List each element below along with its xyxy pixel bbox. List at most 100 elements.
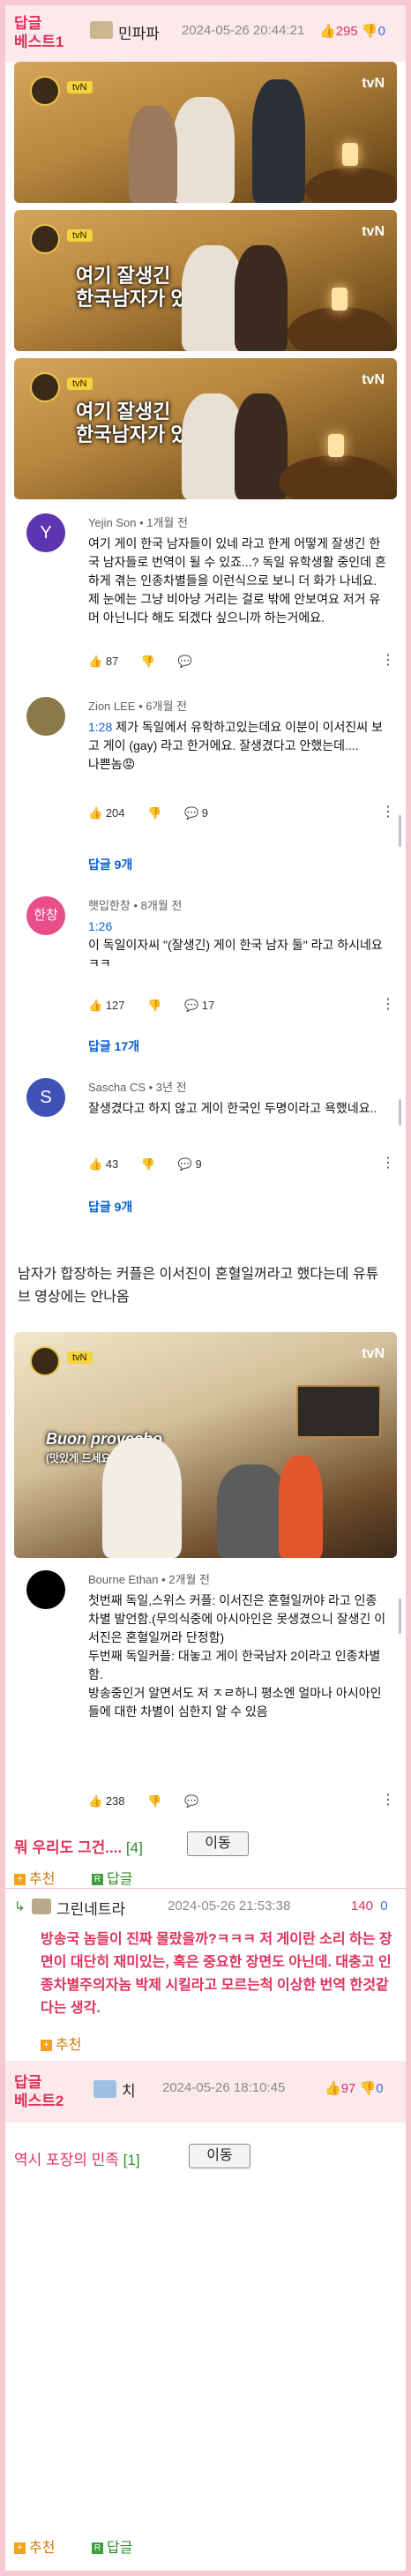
reply-icon[interactable]: 💬 9: [178, 1157, 202, 1172]
comment-actions: 👍 238 👎 💬: [88, 1794, 218, 1808]
comment-meta: Bourne Ethan • 2개월 전: [88, 1573, 211, 1586]
timestamp-link[interactable]: 1:28: [88, 720, 112, 734]
youtube-comment-5: Bourne Ethan • 2개월 전 첫번째 독일,스위스 커플: 이서진은…: [26, 1570, 397, 1870]
scrollbar-thumb[interactable]: [399, 815, 401, 847]
thumb-down-icon[interactable]: 👎: [362, 24, 378, 39]
view-replies-link[interactable]: 답글 9개: [88, 856, 132, 873]
score-count: 140: [351, 1898, 374, 1913]
recommend-button[interactable]: + 추천: [14, 1867, 55, 1888]
reply-title[interactable]: 뭐 우리도 그건....: [14, 1839, 122, 1856]
avatar[interactable]: [26, 697, 65, 736]
recommend-button[interactable]: + 추천: [41, 2033, 81, 2054]
reply-count: 9: [195, 1157, 202, 1171]
menu-board: [296, 1385, 381, 1438]
thumb-down-icon[interactable]: 👎: [360, 2081, 377, 2096]
recommend-button[interactable]: + 추천: [14, 2535, 55, 2557]
recommend-label: 추천: [29, 1872, 56, 1887]
reply-icon: R: [92, 1874, 103, 1886]
nickname[interactable]: 치: [122, 2078, 136, 2100]
thumb-up-icon[interactable]: 👍: [319, 24, 336, 39]
more-icon[interactable]: ⋮: [381, 651, 395, 669]
avatar[interactable]: [26, 1570, 65, 1609]
video-frame-1: tvN tvN: [14, 62, 397, 203]
best-label-2: 답글 베스트2: [14, 2073, 64, 2110]
table-shape: [305, 168, 397, 203]
like-icon[interactable]: 👍 43: [88, 1157, 118, 1172]
reply-icon[interactable]: 💬: [178, 655, 192, 669]
nickname[interactable]: 그린네트라: [56, 1897, 125, 1919]
dislike-icon[interactable]: 👎: [141, 655, 155, 669]
timestamp-link[interactable]: 1:26: [88, 917, 388, 936]
avatar[interactable]: S: [26, 1078, 65, 1117]
video-frame-4: tvN tvN Buon provecho (맛있게 드세요): [14, 1332, 397, 1558]
more-icon[interactable]: ⋮: [381, 1154, 395, 1172]
post-body-text: 남자가 합장하는 커플은 이서진이 혼혈일꺼라고 했다는데 유튜브 영상에는 안…: [18, 1267, 379, 1305]
episode-badge: tvN: [67, 1352, 93, 1364]
reply-button[interactable]: R 답글: [92, 2535, 132, 2557]
candle-light: [328, 434, 344, 457]
recommend-label: 추천: [29, 2541, 56, 2556]
scrollbar-thumb[interactable]: [399, 1599, 401, 1634]
reply-icon[interactable]: 💬: [184, 1794, 198, 1808]
reply-count: 17: [201, 999, 215, 1012]
thumb-up-icon[interactable]: 👍: [325, 2081, 341, 2096]
reply-button[interactable]: R 답글: [92, 1867, 132, 1888]
dislike-icon[interactable]: 👎: [141, 1157, 155, 1172]
dislike-icon[interactable]: 👎: [147, 806, 161, 820]
candle-light: [342, 143, 358, 166]
best2-title[interactable]: 역시 포장의 민족: [14, 2152, 119, 2168]
reply-label: 답글: [107, 2541, 133, 2556]
best-reply-header-2: 답글 베스트2 치 2024-05-26 18:10:45 👍97 👎0: [5, 2061, 406, 2123]
up-count: 295: [335, 24, 358, 39]
reply-icon[interactable]: 💬 17: [184, 999, 214, 1013]
move-button[interactable]: 이동: [189, 2144, 250, 2168]
avatar[interactable]: Y: [26, 513, 65, 552]
view-replies-link[interactable]: 답글 17개: [88, 1037, 139, 1055]
post-datetime: 2024-05-26 20:44:21: [182, 23, 305, 38]
user-level-icon: [32, 1898, 51, 1914]
like-icon[interactable]: 👍 127: [88, 999, 125, 1013]
person-figure: [235, 245, 288, 351]
dislike-icon[interactable]: 👎: [147, 1794, 161, 1808]
move-button[interactable]: 이동: [187, 1831, 249, 1856]
post-datetime: 2024-05-26 21:53:38: [168, 1898, 291, 1913]
comment-text: 1:26 이 독일이자씨 "(잘생긴) 게이 한국 남자 둘" 라고 하시네요 …: [88, 917, 388, 973]
more-icon[interactable]: ⋮: [381, 803, 395, 820]
recommend-icon: +: [14, 2542, 26, 2555]
view-replies-link[interactable]: 답글 9개: [88, 1198, 132, 1216]
best2-title-row: 역시 포장의 민족 [1]: [14, 2147, 140, 2169]
like-count: 204: [105, 806, 125, 820]
like-icon[interactable]: 👍 87: [88, 655, 118, 669]
like-icon[interactable]: 👍 238: [88, 1794, 125, 1808]
like-count: 87: [105, 655, 119, 668]
avatar[interactable]: 한창: [26, 896, 65, 935]
person-figure: [129, 106, 177, 203]
scrollbar-thumb[interactable]: [399, 1099, 401, 1126]
dislike-icon[interactable]: 👎: [147, 999, 161, 1013]
up-count: 97: [340, 2081, 356, 2096]
reply-label: 답글: [107, 1872, 133, 1887]
show-logo-icon: [30, 76, 60, 106]
comment-actions: 👍 87 👎 💬: [88, 655, 212, 669]
more-icon[interactable]: ⋮: [381, 995, 395, 1013]
user-level-icon: [90, 21, 113, 39]
like-count: 43: [105, 1157, 119, 1171]
like-icon[interactable]: 👍 204: [88, 806, 125, 820]
comment-meta: Sascha CS • 3년 전: [88, 1081, 187, 1094]
reply-icon[interactable]: 💬 9: [184, 806, 208, 820]
best-label-line1: 답글: [14, 2074, 42, 2091]
reply-count: 9: [201, 806, 208, 820]
episode-badge: tvN: [67, 81, 93, 94]
comment-actions: 👍 43 👎 💬 9: [88, 1157, 221, 1172]
vote-counts: 👍97 👎0: [325, 2080, 384, 2096]
more-icon[interactable]: ⋮: [381, 1791, 395, 1808]
nickname[interactable]: 민파파: [118, 21, 160, 43]
comment-text: 여기 게이 한국 남자들이 있네 라고 한게 어떻게 잘생긴 한국 남자들로 번…: [88, 536, 386, 625]
like-count: 238: [105, 1794, 125, 1808]
comment-meta: Yejin Son • 1개월 전: [88, 516, 188, 529]
youtube-comment-2: Zion LEE • 6개월 전 1:28 제가 독일에서 유학하고있는데요 이…: [26, 697, 397, 873]
down-count: 0: [377, 24, 385, 39]
down-count: 0: [376, 2081, 384, 2096]
like-count: 127: [105, 999, 125, 1012]
comment-text: 1:28 제가 독일에서 유학하고있는데요 이분이 이서진씨 보고 게이 (ga…: [88, 718, 388, 774]
